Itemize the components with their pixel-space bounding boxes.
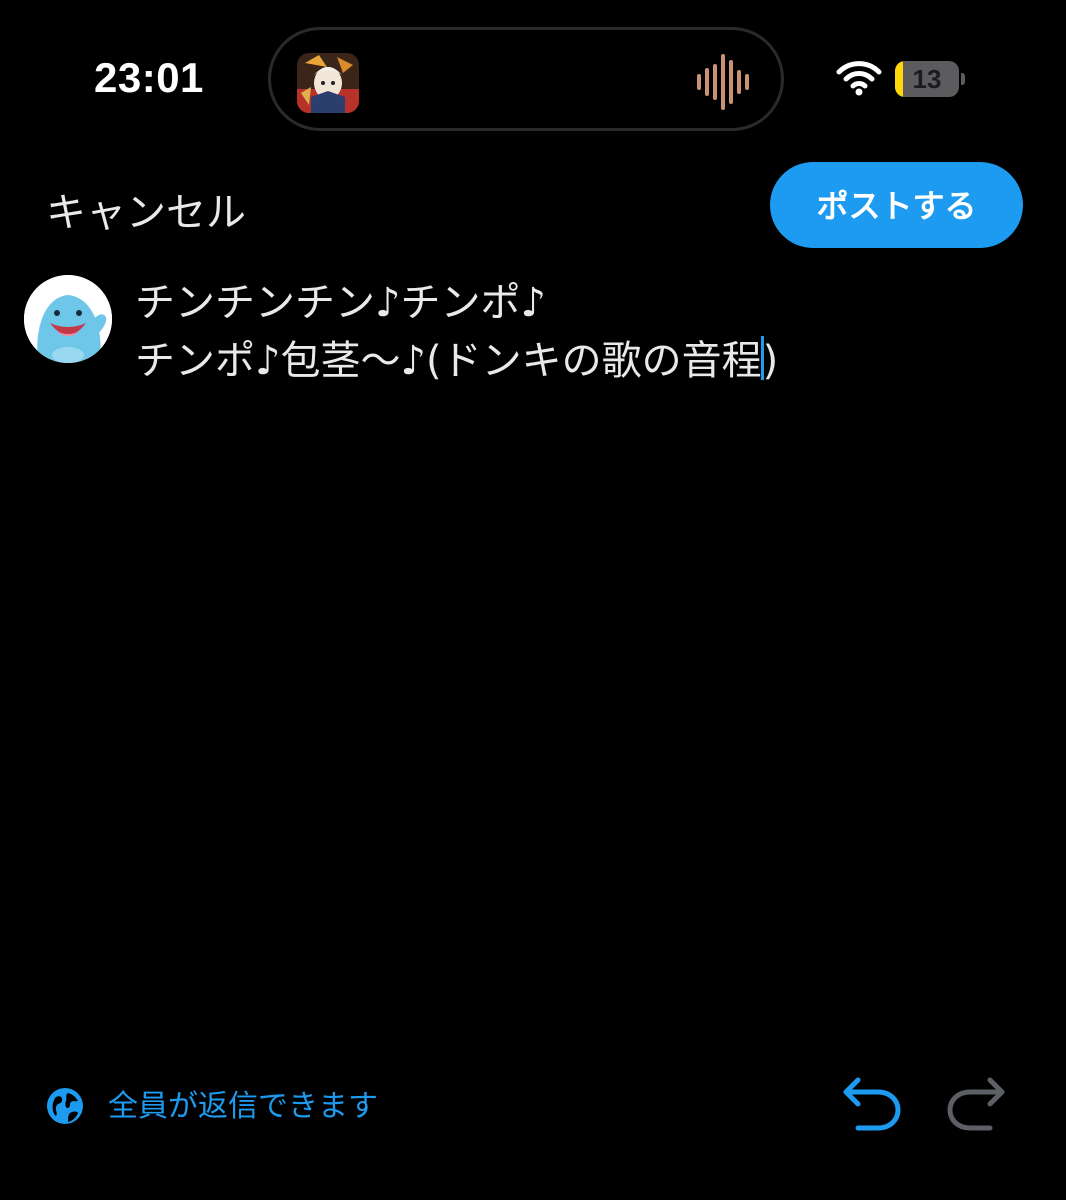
cancel-button[interactable]: キャンセル [46,180,246,238]
now-playing-app-icon [297,53,359,113]
undo-icon [843,1077,901,1131]
battery-tip [961,73,965,85]
dynamic-island[interactable] [268,27,784,131]
globe-icon [46,1087,84,1125]
compose-line-2-tail: ) [762,338,779,384]
status-time: 23:01 [94,54,204,101]
battery-indicator: 13 [895,61,965,97]
compose-line-2: チンポ♪包茎〜♪(ドンキの歌の音程) [135,332,1015,390]
compose-text-area[interactable]: チンチンチン♪チンポ♪ チンポ♪包茎〜♪(ドンキの歌の音程) [135,274,1015,390]
redo-icon [947,1077,1005,1131]
battery-level: 13 [912,64,942,94]
redo-button[interactable] [946,1076,1010,1134]
audio-waveform-icon [695,52,755,112]
compose-line-2-text: チンポ♪包茎〜♪(ドンキの歌の音程 [135,338,762,384]
status-bar: 23:01 13 [0,0,1066,160]
wifi-icon [836,60,882,96]
avatar[interactable] [24,275,112,363]
reply-setting-label: 全員が返信できます [108,1089,378,1124]
quagsire-avatar-icon [24,275,112,363]
compose-line-1: チンチンチン♪チンポ♪ [135,280,547,326]
undo-button[interactable] [838,1076,902,1134]
post-button[interactable]: ポストする [770,162,1023,248]
